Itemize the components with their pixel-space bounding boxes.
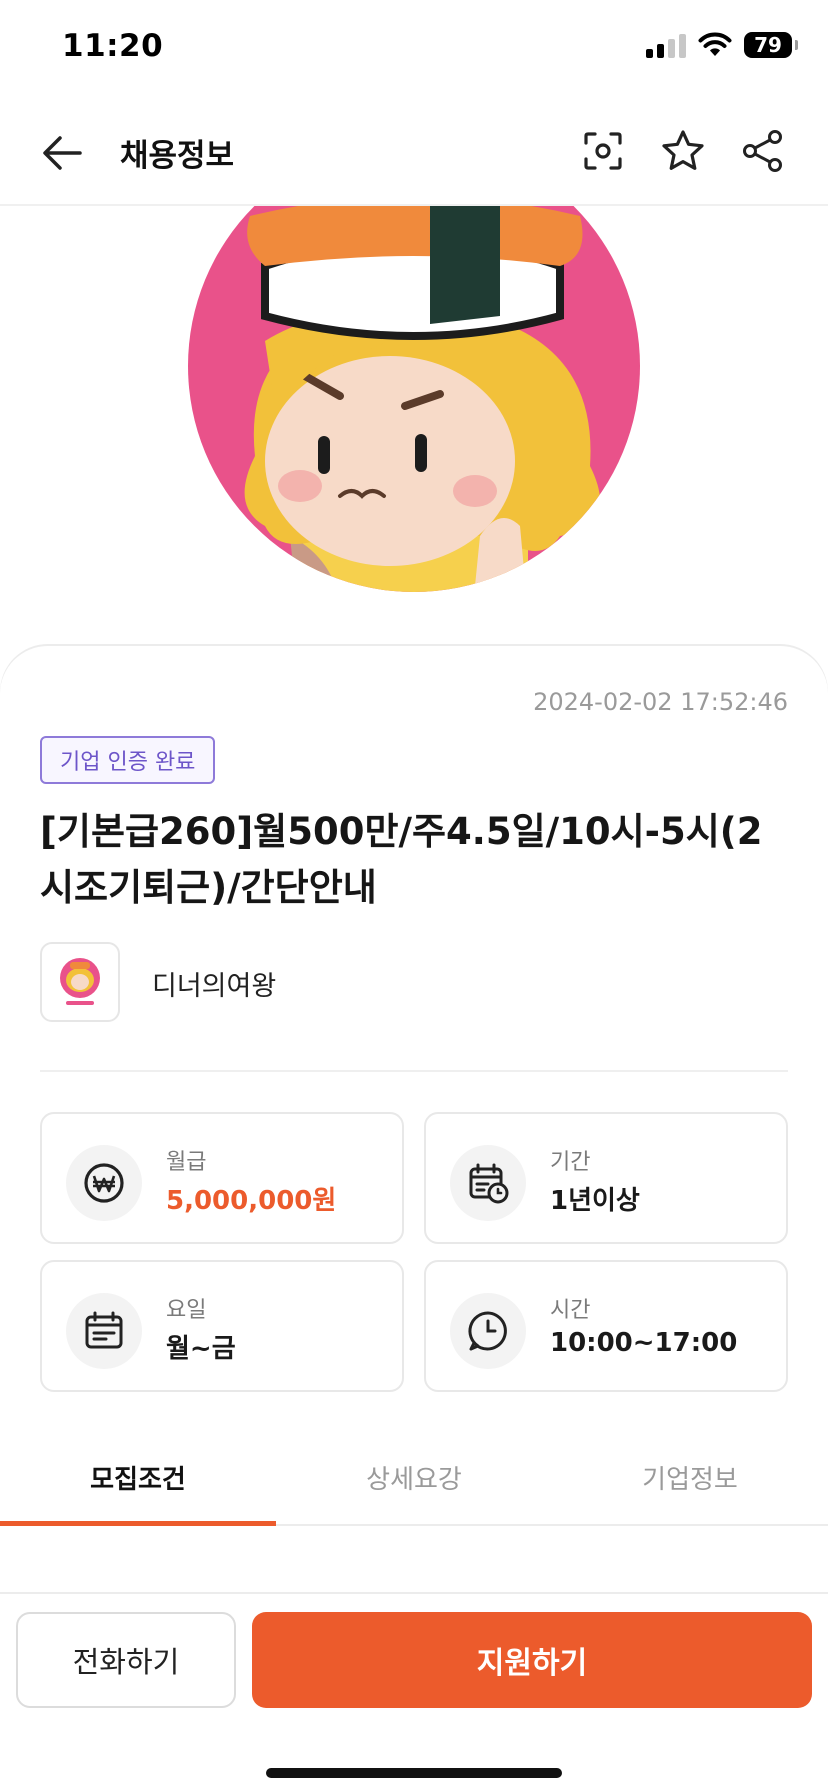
hours-label: 시간 [550,1298,591,1323]
posted-timestamp: 2024-02-02 17:52:46 [533,688,788,716]
job-summary-grid: 월급 5,000,000원 기간 1년이상 요일 월~금 시간 10:00~17… [40,1112,788,1392]
days-value: 월~금 [166,1334,236,1364]
star-icon[interactable] [658,126,708,176]
days-label: 요일 [166,1298,207,1323]
detail-tabs: 모집조건 상세요강 기업정보 [0,1430,828,1526]
period-value: 1년이상 [550,1186,640,1216]
nav-bar: 채용정보 [0,100,828,206]
tab-company-info[interactable]: 기업정보 [552,1430,828,1524]
salary-value: 5,000,000원 [166,1186,337,1216]
period-card: 기간 1년이상 [424,1112,788,1244]
won-icon [66,1145,142,1221]
salary-label: 월급 [166,1150,207,1175]
days-card: 요일 월~금 [40,1260,404,1392]
job-title: [기본급260]월500만/주4.5일/10시-5시(2시조기퇴근)/간단안내 [40,810,763,909]
arrow-left-icon[interactable] [38,128,88,178]
bottom-action-bar: 전화하기 지원하기 [0,1592,828,1792]
hours-value: 10:00~17:00 [550,1328,738,1358]
calendar-icon [66,1293,142,1369]
company-hero-image [0,206,828,636]
scan-icon[interactable] [578,126,628,176]
status-bar: 11:20 79 [0,0,828,100]
company-row[interactable]: 디너의여왕 [40,942,788,1072]
period-label: 기간 [550,1150,591,1175]
call-button[interactable]: 전화하기 [16,1612,236,1708]
status-time: 11:20 [62,28,164,64]
calendar-clock-icon [450,1145,526,1221]
tab-job-details[interactable]: 상세요강 [276,1430,552,1524]
company-name: 디너의여왕 [152,971,277,1002]
status-icons: 79 [646,32,798,58]
company-logo [40,942,120,1022]
hours-card: 시간 10:00~17:00 [424,1260,788,1392]
apply-button[interactable]: 지원하기 [252,1612,812,1708]
share-icon[interactable] [738,126,788,176]
home-indicator [266,1768,562,1778]
page-title: 채용정보 [120,138,235,174]
battery-level: 79 [754,33,782,57]
verified-company-badge: 기업 인증 완료 [40,736,216,784]
cellular-signal-icon [646,32,686,58]
salary-card: 월급 5,000,000원 [40,1112,404,1244]
tab-recruitment-conditions[interactable]: 모집조건 [0,1430,276,1526]
battery-icon: 79 [744,32,798,58]
clock-icon [450,1293,526,1369]
wifi-icon [698,32,732,56]
